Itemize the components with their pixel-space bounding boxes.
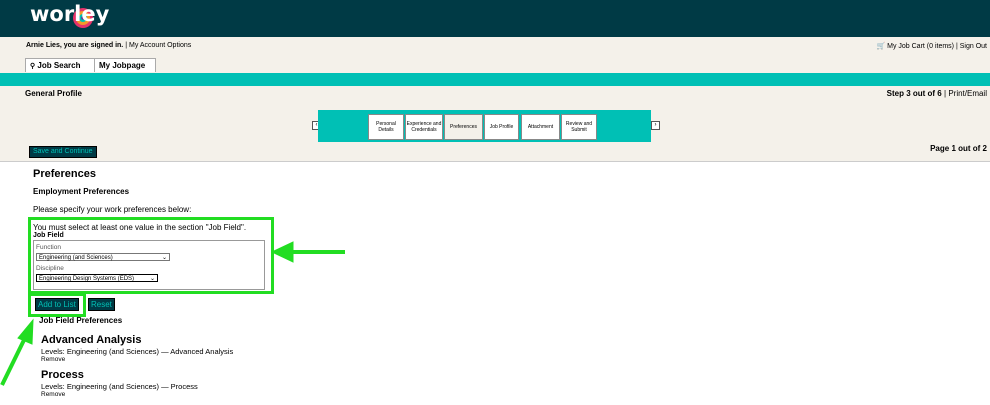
up-arrow-icon <box>0 318 34 386</box>
right-arrow-icon <box>270 241 345 263</box>
annotation-arrows <box>0 241 345 386</box>
